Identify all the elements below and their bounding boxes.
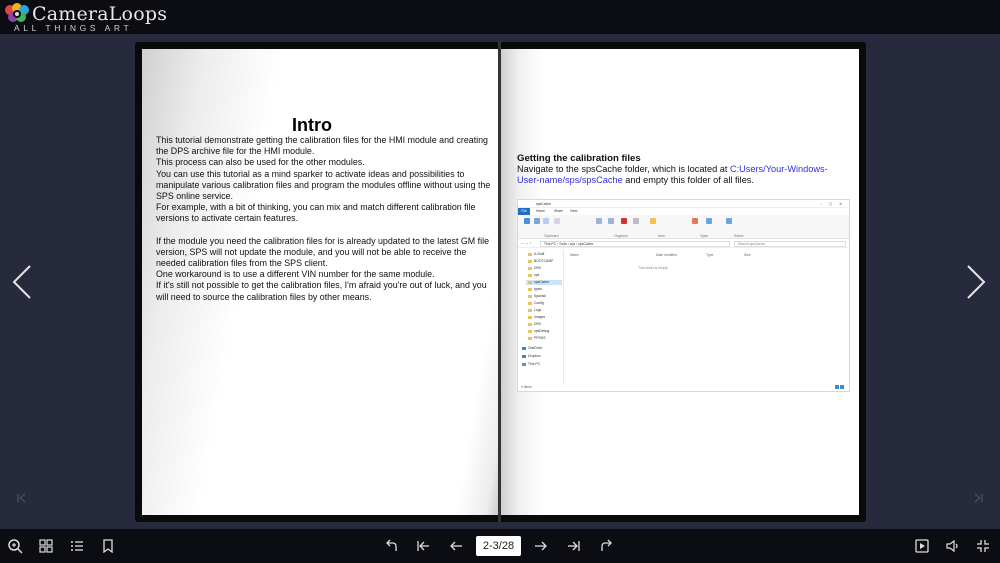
last-page-icon[interactable] (565, 537, 583, 555)
flipbook: Intro This tutorial demonstrate getting … (135, 42, 866, 522)
paragraph: This process can also be used for the ot… (156, 157, 365, 168)
bookmark-icon[interactable] (99, 537, 117, 555)
nav-folder-selected: spsCache (526, 280, 562, 285)
explorer-screenshot: spsCache – ▢ ✕ File Home Share View Clip… (517, 199, 850, 392)
logo-tagline: ALL THINGS ART (14, 23, 133, 33)
page-indicator[interactable]: 2-3/28 (476, 536, 521, 556)
paste-icon (543, 218, 549, 224)
explorer-tabs: File Home Share View (518, 208, 849, 215)
nav-folder: Spanish (528, 294, 546, 299)
rename-icon (633, 218, 639, 224)
last-page-small-icon[interactable] (972, 492, 984, 504)
first-page-icon[interactable] (414, 537, 432, 555)
explorer-search-box: Search spsCache (734, 241, 846, 247)
next-page-arrow-icon[interactable] (964, 262, 988, 302)
paragraph: If the module you need the calibration f… (156, 235, 490, 269)
camera-logo-icon (5, 3, 29, 22)
explorer-column-headers: Name Date modified Type Size (568, 253, 848, 258)
previous-page-arrow-icon[interactable] (10, 262, 34, 302)
zoom-icon[interactable] (6, 537, 24, 555)
nav-folder: PPSDS (528, 336, 546, 341)
explorer-address-bar: This PC › Tools › sps › spsCache (540, 241, 730, 247)
column-header: Type (706, 253, 714, 257)
cut-icon (554, 218, 560, 224)
explorer-empty-message: This folder is empty. (638, 266, 669, 270)
nav-folder: DRV (528, 322, 541, 327)
paragraph: If it's still not possible to get the ca… (156, 280, 487, 302)
section-text: Navigate to the spsCache folder, which i… (517, 164, 845, 187)
ribbon-group-label: New (658, 234, 665, 238)
open-icon (706, 218, 712, 224)
undo-icon[interactable] (383, 537, 401, 555)
fullscreen-exit-icon[interactable] (974, 537, 992, 555)
explorer-nav-pane: A-Stuff BOOTCAMP DRV sps spsCache types … (518, 250, 564, 383)
column-header: Name (570, 253, 580, 257)
column-header: Date modified (656, 253, 677, 257)
nav-folder: A-Stuff (528, 252, 544, 257)
window-controls-icon: – ▢ ✕ (820, 202, 845, 206)
explorer-status: 0 items (521, 385, 532, 389)
back-forward-icon: ← → ↑ (521, 241, 532, 245)
nav-folder: Images (528, 315, 545, 320)
new-folder-icon (650, 218, 656, 224)
move-icon (596, 218, 602, 224)
explorer-tab: View (570, 209, 578, 213)
select-all-icon (726, 218, 732, 224)
paragraph: For example, with a bit of thinking, you… (156, 202, 476, 224)
column-header: Size (744, 253, 751, 257)
first-page-small-icon[interactable] (16, 492, 28, 504)
nav-folder: sps (528, 273, 539, 278)
thumbnails-grid-icon[interactable] (37, 537, 55, 555)
ribbon-group-label: Open (700, 234, 709, 238)
nav-folder: types (528, 287, 542, 292)
ribbon-group-label: Organize (614, 234, 628, 238)
right-page[interactable]: Getting the calibration files Navigate t… (501, 49, 859, 515)
explorer-tab-file: File (518, 208, 530, 215)
paragraph: This tutorial demonstrate getting the ca… (156, 135, 488, 157)
intro-body: This tutorial demonstrate getting the ca… (156, 135, 492, 303)
nav-folder: BOOTCAMP (528, 259, 553, 264)
delete-icon (621, 218, 627, 224)
logo-name: CameraLoops (32, 3, 168, 25)
nav-folder: DRV (528, 266, 541, 271)
nav-folder: Logs (528, 308, 541, 313)
autoplay-icon[interactable] (913, 537, 931, 555)
text-after: and empty this folder of all files. (622, 175, 754, 186)
page-title: Intro (292, 115, 332, 135)
nav-folder: spsDebug (528, 329, 549, 334)
table-of-contents-icon[interactable] (68, 537, 86, 555)
logo[interactable]: CameraLoops ALL THINGS ART (2, 1, 182, 33)
explorer-address-row: ← → ↑ This PC › Tools › sps › spsCache S… (518, 240, 849, 248)
ribbon-group-label: Clipboard (544, 234, 559, 238)
section-heading: Getting the calibration files (517, 153, 641, 164)
left-page[interactable]: Intro This tutorial demonstrate getting … (142, 49, 499, 515)
top-bar: CameraLoops ALL THINGS ART (0, 0, 1000, 34)
volume-icon[interactable] (944, 537, 962, 555)
view-mode-icon (834, 385, 846, 389)
paragraph: One workaround is to use a different VIN… (156, 269, 435, 280)
properties-icon (692, 218, 698, 224)
explorer-ribbon: Clipboard Organize New Open Select (518, 215, 849, 239)
nav-location: This PC (522, 362, 540, 367)
text-before: Navigate to the spsCache folder, which i… (517, 164, 730, 174)
pin-icon (524, 218, 530, 224)
copy-to-icon (608, 218, 614, 224)
redo-icon[interactable] (597, 537, 615, 555)
previous-page-icon[interactable] (447, 537, 465, 555)
nav-location: OneDrive (522, 346, 542, 351)
ribbon-group-label: Select (734, 234, 744, 238)
nav-location: Dropbox (522, 354, 541, 359)
explorer-titlebar: spsCache – ▢ ✕ (518, 200, 849, 208)
next-page-icon[interactable] (532, 537, 550, 555)
explorer-tab: Share (554, 209, 564, 213)
bottom-toolbar: 2-3/28 (0, 529, 1000, 563)
nav-folder: Config (528, 301, 544, 306)
explorer-title: spsCache (536, 202, 552, 206)
copy-icon (534, 218, 540, 224)
explorer-tab: Home (536, 209, 546, 213)
paragraph: You can use this tutorial as a mind spar… (156, 168, 491, 202)
